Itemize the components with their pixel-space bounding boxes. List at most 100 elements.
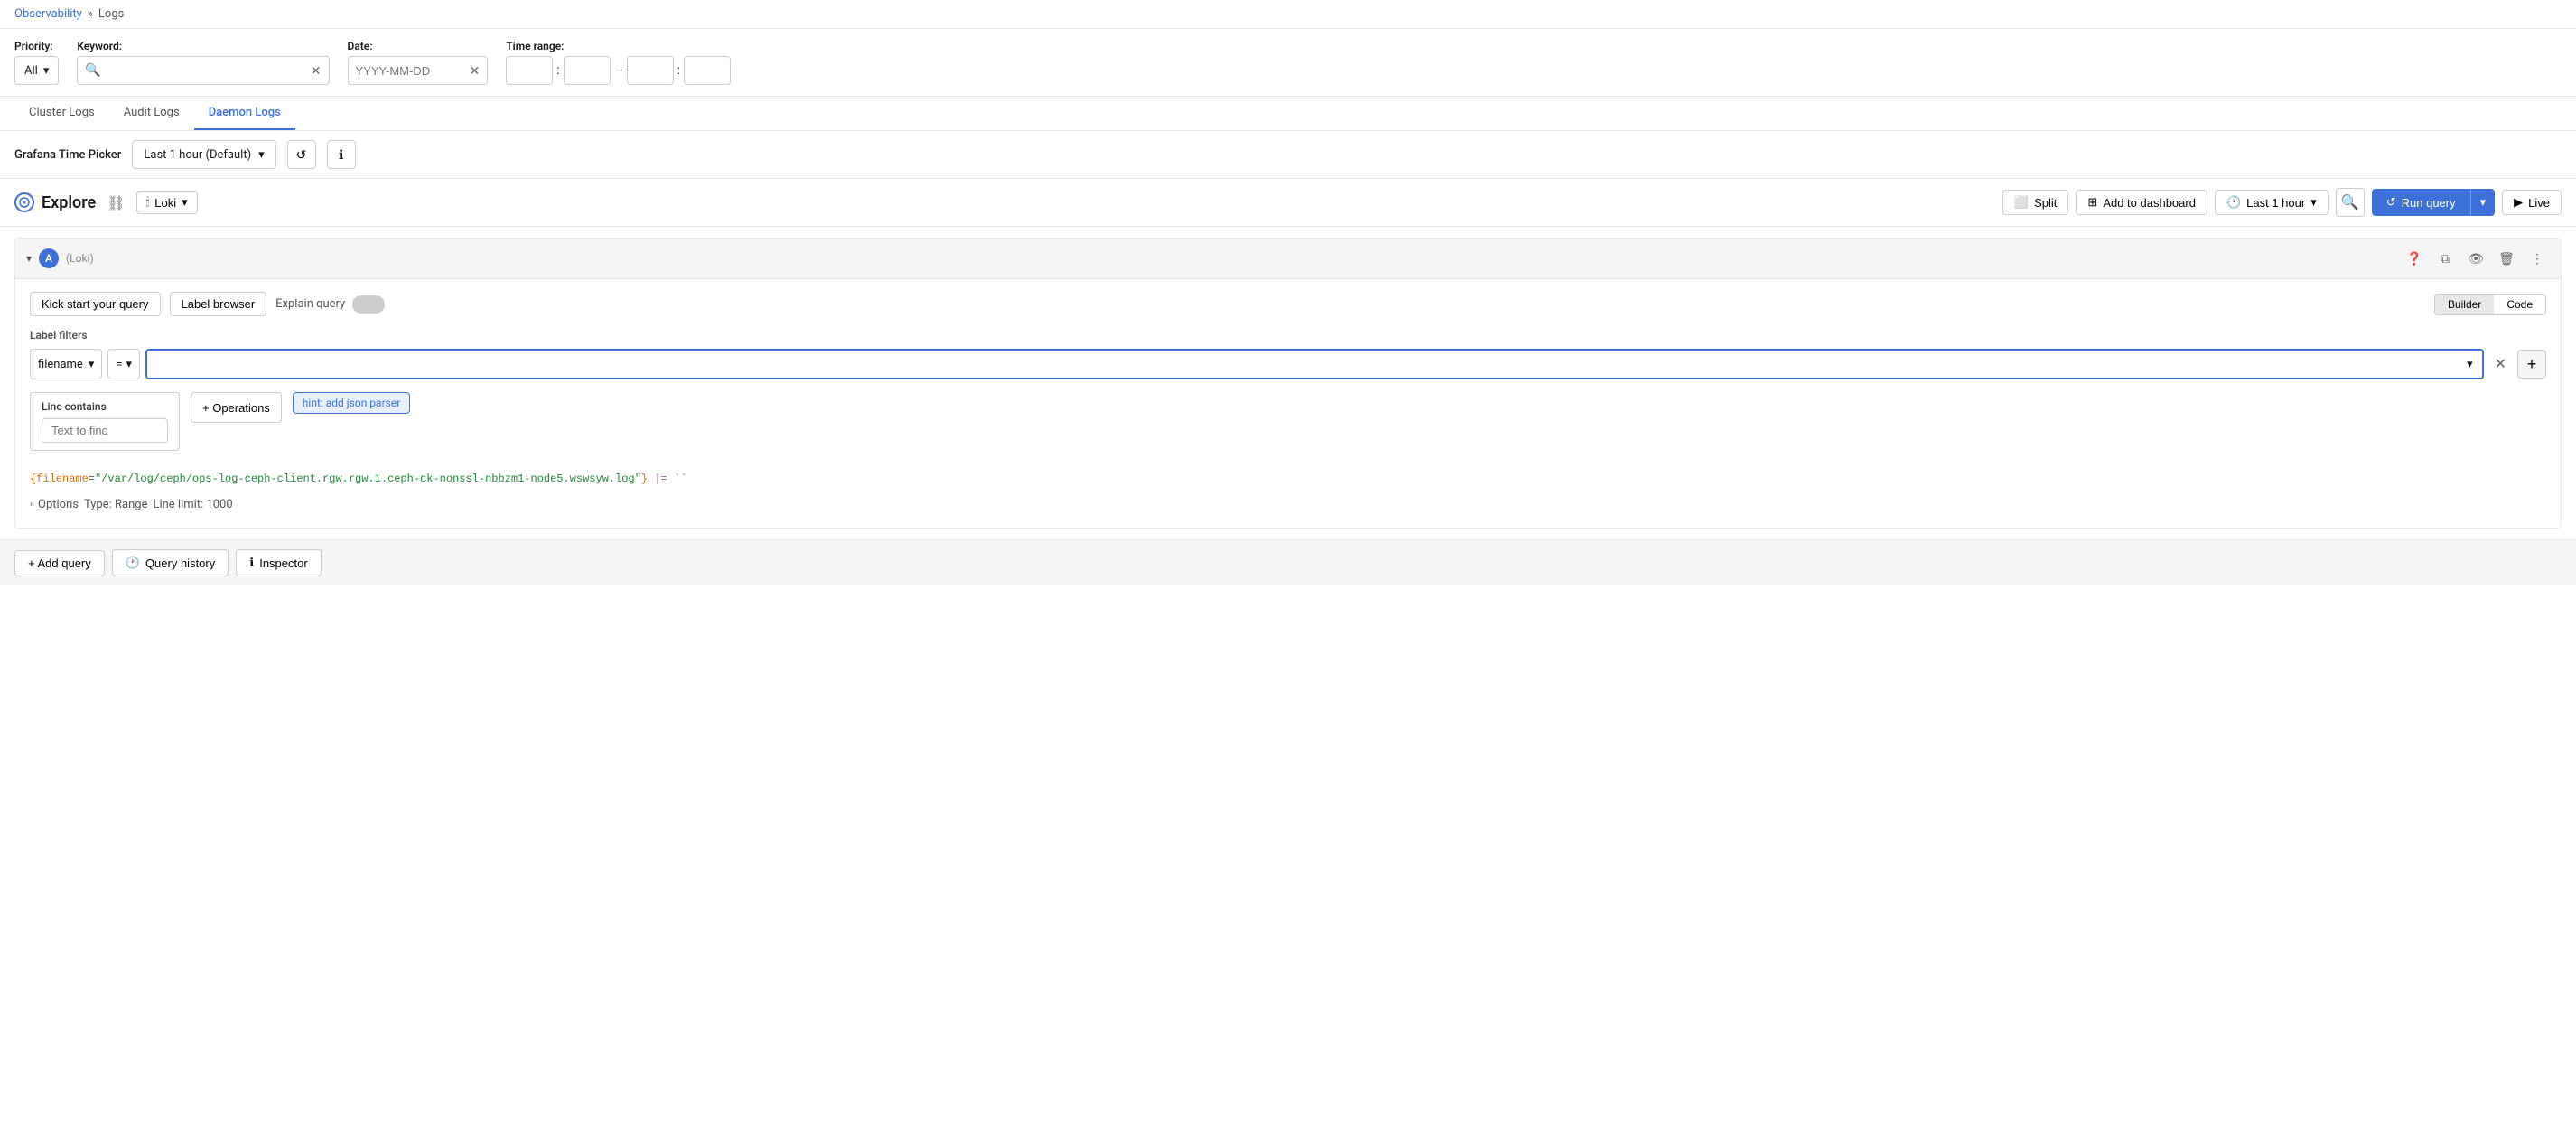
text-to-find-input[interactable] — [42, 418, 168, 443]
search-icon: 🔍 — [85, 63, 100, 78]
date-clear-button[interactable]: ✕ — [470, 64, 481, 77]
inspector-button[interactable]: ℹ Inspector — [236, 549, 321, 576]
query-preview: {filename="/var/log/ceph/ops-log-ceph-cl… — [30, 464, 2546, 494]
query-visibility-button[interactable]: 👁 — [2463, 246, 2488, 271]
datasource-name: Loki — [154, 196, 176, 210]
options-label: Options — [38, 498, 79, 511]
breadcrumb-logs: Logs — [98, 7, 124, 21]
run-query-dropdown-button[interactable]: ▾ — [2470, 189, 2496, 216]
run-query-chevron-icon: ▾ — [2480, 195, 2487, 210]
priority-value: All — [24, 64, 38, 78]
date-filter: Date: ✕ — [348, 40, 489, 85]
label-filter-row: filename ▾ = ▾ /var/log/ceph/ops-log-cep… — [30, 349, 2546, 379]
tab-daemon-logs[interactable]: Daemon Logs — [194, 97, 295, 130]
explore-left: Explore ⛓ 🕯 Loki ▾ — [14, 191, 198, 214]
zoom-out-icon: 🔍 — [2341, 193, 2359, 211]
info-button[interactable]: ℹ — [327, 140, 356, 169]
kick-start-button[interactable]: Kick start your query — [30, 292, 161, 316]
breadcrumb-observability[interactable]: Observability — [14, 7, 82, 21]
code-tab[interactable]: Code — [2494, 295, 2545, 314]
label-op-select[interactable]: = ▾ — [107, 349, 140, 379]
time-colon-1: : — [556, 63, 559, 78]
date-label: Date: — [348, 40, 489, 52]
chevron-down-icon: ▾ — [258, 148, 265, 162]
keyword-input[interactable] — [107, 64, 305, 78]
time-range-row: 00 : 00 — 23 : 59 — [506, 56, 731, 85]
query-duplicate-button[interactable]: ⧉ — [2432, 246, 2458, 271]
explain-query-label: Explain query — [275, 297, 345, 311]
line-contains-label: Line contains — [42, 400, 168, 413]
options-row[interactable]: › Options Type: Range Line limit: 1000 — [30, 494, 2546, 515]
live-label: Live — [2528, 196, 2550, 210]
query-preview-value: "/var/log/ceph/ops-log-ceph-client.rgw.r… — [95, 473, 641, 485]
priority-filter: Priority: All ▾ — [14, 40, 59, 85]
priority-label: Priority: — [14, 40, 59, 52]
query-block-left: ▾ A (Loki) — [26, 248, 94, 268]
label-filter-add-button[interactable]: + — [2517, 350, 2546, 379]
query-body: Kick start your query Label browser Expl… — [15, 279, 2561, 528]
label-value-input-wrap: /var/log/ceph/ops-log-ceph-client.rgw.rg… — [145, 349, 2484, 379]
tab-audit-logs[interactable]: Audit Logs — [109, 97, 194, 130]
query-help-button[interactable]: ❓ — [2402, 246, 2427, 271]
priority-select[interactable]: All ▾ — [14, 56, 59, 85]
query-block-header: ▾ A (Loki) ❓ ⧉ 👁 🗑 ⋮ — [15, 239, 2561, 279]
clock-icon: 🕐 — [2226, 195, 2241, 210]
breadcrumb: Observability » Logs — [0, 0, 2576, 29]
query-collapse-button[interactable]: ▾ — [26, 252, 32, 265]
label-filter-clear-button[interactable]: ✕ — [2489, 353, 2512, 375]
label-filters-section: Label filters filename ▾ = ▾ /var/log/ce… — [30, 329, 2546, 379]
tab-cluster-logs[interactable]: Cluster Logs — [14, 97, 109, 130]
hint-add-json-parser-badge[interactable]: hint: add json parser — [293, 392, 410, 414]
label-op-value: = — [116, 358, 122, 371]
query-preview-backticks: `` — [674, 473, 686, 485]
add-query-button[interactable]: + Add query — [14, 550, 105, 576]
share-icon[interactable]: ⛓ — [107, 194, 125, 211]
run-query-button[interactable]: ↺ Run query ▾ — [2372, 189, 2495, 216]
query-actions-row: Kick start your query Label browser Expl… — [30, 292, 2546, 316]
label-value-input[interactable]: /var/log/ceph/ops-log-ceph-client.rgw.rg… — [156, 358, 2461, 370]
time-start-hour-input[interactable]: 00 — [506, 56, 553, 85]
add-to-dashboard-button[interactable]: ⊞ Add to dashboard — [2076, 190, 2207, 215]
priority-chevron-icon: ▾ — [43, 64, 50, 78]
label-filters-title: Label filters — [30, 329, 2546, 342]
grafana-time-picker-value: Last 1 hour (Default) — [144, 148, 251, 162]
time-colon-2: : — [677, 63, 680, 78]
explore-compass-icon — [14, 192, 34, 212]
clock-history-icon: 🕐 — [126, 556, 140, 570]
query-letter-badge: A — [39, 248, 59, 268]
datasource-button[interactable]: 🕯 Loki ▾ — [136, 191, 198, 214]
label-browser-button[interactable]: Label browser — [170, 292, 267, 316]
zoom-out-button[interactable]: 🔍 — [2336, 188, 2365, 217]
keyword-input-wrap: 🔍 ✕ — [77, 56, 329, 85]
query-history-button[interactable]: 🕐 Query history — [112, 549, 229, 576]
split-button[interactable]: ⬜ Split — [2002, 190, 2068, 215]
query-more-button[interactable]: ⋮ — [2525, 246, 2550, 271]
last-hour-chevron-icon: ▾ — [2310, 195, 2317, 210]
label-key-value: filename — [38, 358, 83, 371]
last-hour-button[interactable]: 🕐 Last 1 hour ▾ — [2215, 190, 2329, 215]
time-end-hour-input[interactable]: 23 — [627, 56, 674, 85]
label-key-select[interactable]: filename ▾ — [30, 349, 102, 379]
keyword-label: Keyword: — [77, 40, 329, 52]
live-button[interactable]: ▶ Live — [2502, 190, 2562, 215]
explain-toggle-switch[interactable] — [352, 295, 385, 314]
grafana-time-picker-select[interactable]: Last 1 hour (Default) ▾ — [132, 140, 275, 169]
date-input[interactable] — [356, 64, 464, 78]
query-delete-button[interactable]: 🗑 — [2494, 246, 2519, 271]
time-start-minute-input[interactable]: 00 — [564, 56, 611, 85]
info-inspector-icon: ℹ — [249, 556, 254, 570]
time-separator: — — [614, 64, 623, 78]
query-preview-op: |= — [648, 473, 674, 485]
time-end-minute-input[interactable]: 59 — [684, 56, 731, 85]
options-limit: Line limit: 1000 — [153, 498, 232, 511]
builder-tab[interactable]: Builder — [2435, 295, 2494, 314]
keyword-clear-button[interactable]: ✕ — [311, 64, 322, 77]
run-query-label: Run query — [2402, 196, 2456, 210]
breadcrumb-sep: » — [88, 7, 93, 21]
grafana-time-picker-label: Grafana Time Picker — [14, 148, 121, 162]
add-operations-button[interactable]: + Operations — [191, 392, 282, 423]
add-dashboard-label: Add to dashboard — [2103, 196, 2196, 210]
refresh-button[interactable]: ↺ — [287, 140, 316, 169]
operations-section: Line contains + Operations hint: add jso… — [30, 392, 2546, 451]
label-value-chevron-icon: ▾ — [2467, 358, 2473, 371]
